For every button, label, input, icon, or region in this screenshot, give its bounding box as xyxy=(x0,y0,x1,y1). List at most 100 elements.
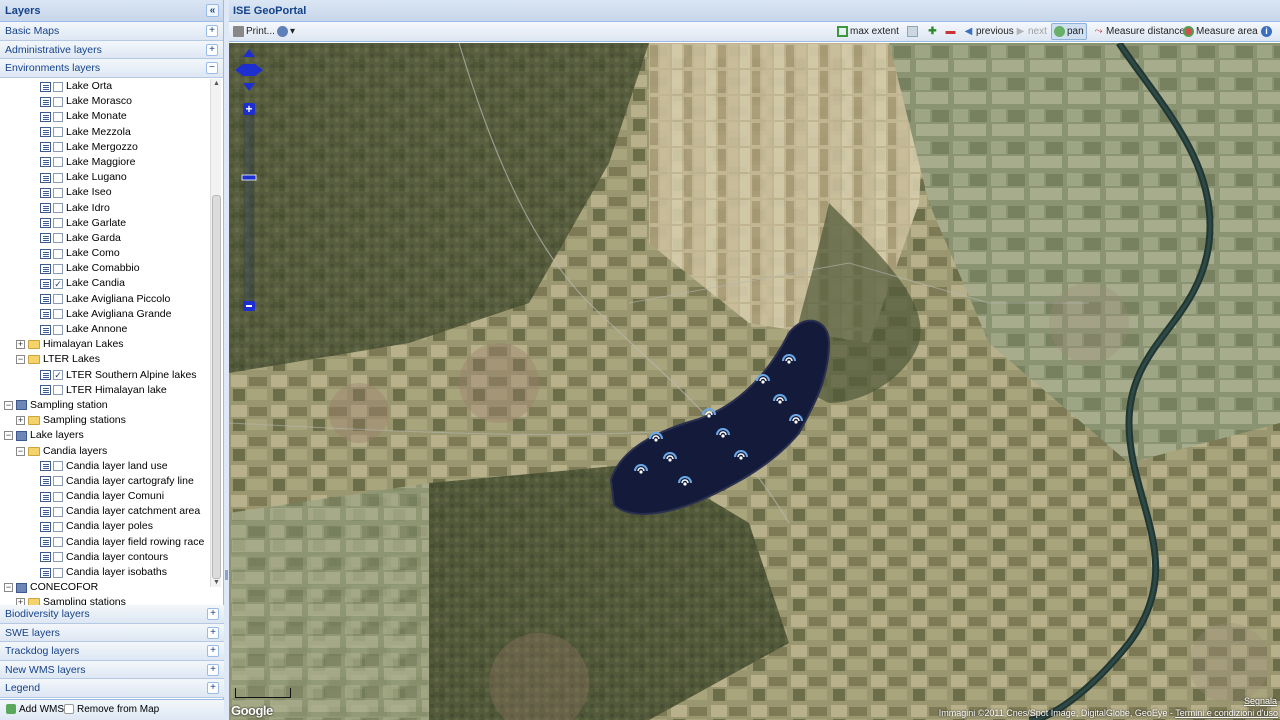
zoom-in-button[interactable]: ✚ xyxy=(927,22,940,41)
help-button[interactable]: i xyxy=(1261,22,1274,41)
zoom-slider-handle[interactable] xyxy=(241,174,257,181)
layer-checkbox[interactable] xyxy=(53,552,63,563)
measure-area-button[interactable]: Measure area xyxy=(1183,22,1258,41)
collapse-node-icon[interactable]: − xyxy=(4,583,13,593)
scroll-down-icon[interactable]: ▼ xyxy=(212,578,221,587)
measure-distance-button[interactable]: ⤳ Measure distance xyxy=(1093,22,1185,41)
accordion-bottom-legend[interactable]: Legend + xyxy=(0,679,224,698)
layer-checkbox[interactable] xyxy=(53,127,63,138)
accordion-bottom-trackdog-layers[interactable]: Trackdog layers + xyxy=(0,642,224,661)
layer-node[interactable]: Lake Iseo xyxy=(0,185,208,200)
accordion-bottom-biodiversity-layers[interactable]: Biodiversity layers + xyxy=(0,605,224,624)
layer-checkbox[interactable]: ✓ xyxy=(53,278,63,289)
layer-checkbox[interactable] xyxy=(53,537,63,548)
layer-checkbox[interactable] xyxy=(53,81,63,92)
next-button[interactable]: ▶ next xyxy=(1015,22,1047,41)
layer-node[interactable]: Lake Avigliana Piccolo xyxy=(0,292,208,307)
accordion-top-basic-maps[interactable]: Basic Maps + xyxy=(0,22,223,41)
expand-icon[interactable]: + xyxy=(207,663,219,676)
layer-node[interactable]: Candia layer isobaths xyxy=(0,565,208,580)
max-extent-button[interactable]: max extent xyxy=(837,22,899,41)
layer-node[interactable]: Lake Morasco xyxy=(0,94,208,109)
scroll-up-icon[interactable]: ▲ xyxy=(212,79,221,88)
layer-node[interactable]: Lake Orta xyxy=(0,79,208,94)
layer-node[interactable]: Lake Garlate xyxy=(0,216,208,231)
layer-node[interactable]: Lake Mezzola xyxy=(0,125,208,140)
layer-node[interactable]: Lake Avigliana Grande xyxy=(0,307,208,322)
pan-button[interactable]: pan xyxy=(1051,23,1087,40)
layer-checkbox[interactable] xyxy=(53,203,63,213)
expand-icon[interactable]: + xyxy=(206,25,218,37)
collapse-node-icon[interactable]: − xyxy=(4,431,13,441)
splitter-grip[interactable] xyxy=(225,570,228,580)
layer-checkbox[interactable] xyxy=(53,187,63,198)
layer-node[interactable]: Candia layer poles xyxy=(0,519,208,534)
layer-node[interactable]: ✓ Lake Candia xyxy=(0,276,208,291)
pan-down-icon[interactable] xyxy=(243,83,255,91)
layer-checkbox[interactable] xyxy=(53,461,63,472)
layer-node[interactable]: Candia layer cartografy line xyxy=(0,474,208,489)
layer-node[interactable]: Candia layer catchment area xyxy=(0,504,208,519)
layer-node[interactable]: Lake Lugano xyxy=(0,170,208,185)
scrollbar-thumb[interactable] xyxy=(212,195,221,579)
layer-node[interactable]: Lake Idro xyxy=(0,201,208,216)
layer-node[interactable]: Candia layer field rowing race xyxy=(0,535,208,550)
group-node[interactable]: − Sampling station xyxy=(0,398,208,413)
layer-node[interactable]: LTER Himalayan lake xyxy=(0,383,208,398)
map-report-link[interactable]: Segnala xyxy=(1244,696,1277,706)
layer-checkbox[interactable] xyxy=(53,142,63,153)
expand-node-icon[interactable]: + xyxy=(16,416,25,426)
layer-node[interactable]: ✓ LTER Southern Alpine lakes xyxy=(0,368,208,383)
layer-checkbox[interactable] xyxy=(53,294,63,305)
layer-checkbox[interactable] xyxy=(53,248,63,259)
accordion-bottom-swe-layers[interactable]: SWE layers + xyxy=(0,623,224,642)
folder-node[interactable]: + Sampling stations xyxy=(0,595,208,605)
expand-node-icon[interactable]: + xyxy=(16,340,25,350)
layer-checkbox[interactable] xyxy=(53,506,63,517)
expand-node-icon[interactable]: + xyxy=(16,598,25,605)
layer-checkbox[interactable] xyxy=(53,476,63,487)
layer-node[interactable]: Lake Monate xyxy=(0,109,208,124)
collapse-node-icon[interactable]: − xyxy=(16,355,25,365)
folder-node[interactable]: − LTER Lakes xyxy=(0,352,208,367)
expand-icon[interactable]: + xyxy=(206,43,218,56)
layer-checkbox[interactable] xyxy=(53,157,63,168)
layer-checkbox[interactable] xyxy=(53,218,63,229)
folder-node[interactable]: + Sampling stations xyxy=(0,413,208,428)
group-node[interactable]: − CONECOFOR xyxy=(0,580,208,595)
layer-checkbox[interactable] xyxy=(53,263,63,274)
folder-node[interactable]: + Himalayan Lakes xyxy=(0,337,208,352)
layer-node[interactable]: Lake Como xyxy=(0,246,208,261)
print-button[interactable]: Print... xyxy=(233,22,275,41)
layer-checkbox[interactable] xyxy=(53,385,63,396)
expand-icon[interactable]: + xyxy=(207,626,219,639)
options-dropdown[interactable]: ▾ xyxy=(277,22,295,41)
zoom-slider-track[interactable] xyxy=(243,114,255,302)
layer-checkbox[interactable]: ✓ xyxy=(53,370,63,381)
zoom-out-button[interactable]: ▬ xyxy=(945,22,958,41)
layer-checkbox[interactable] xyxy=(53,521,63,532)
pan-left-icon[interactable] xyxy=(235,64,243,76)
layer-checkbox[interactable] xyxy=(53,324,63,335)
expand-icon[interactable]: + xyxy=(207,682,219,694)
layer-node[interactable]: Candia layer contours xyxy=(0,550,208,565)
zoom-box-button[interactable] xyxy=(907,22,920,41)
remove-from-map-button[interactable]: Remove from Map xyxy=(64,700,159,720)
add-wms-button[interactable]: Add WMS xyxy=(6,700,64,720)
layer-node[interactable]: Lake Garda xyxy=(0,231,208,246)
pan-right-icon[interactable] xyxy=(255,64,263,76)
layer-node[interactable]: Lake Comabbio xyxy=(0,261,208,276)
accordion-bottom-new-wms-layers[interactable]: New WMS layers + xyxy=(0,660,224,679)
folder-node[interactable]: − Candia layers xyxy=(0,444,208,459)
collapse-left-icon[interactable]: « xyxy=(206,4,219,17)
layer-checkbox[interactable] xyxy=(53,491,63,502)
layer-checkbox[interactable] xyxy=(53,172,63,183)
layer-node[interactable]: Candia layer Comuni xyxy=(0,489,208,504)
collapse-node-icon[interactable]: − xyxy=(16,446,25,456)
pan-up-icon[interactable] xyxy=(243,49,255,57)
expand-icon[interactable]: + xyxy=(207,608,219,620)
layer-node[interactable]: Candia layer land use xyxy=(0,459,208,474)
layer-node[interactable]: Lake Annone xyxy=(0,322,208,337)
layer-checkbox[interactable] xyxy=(53,567,63,578)
accordion-top-environments-layers[interactable]: Environments layers − xyxy=(0,59,223,78)
